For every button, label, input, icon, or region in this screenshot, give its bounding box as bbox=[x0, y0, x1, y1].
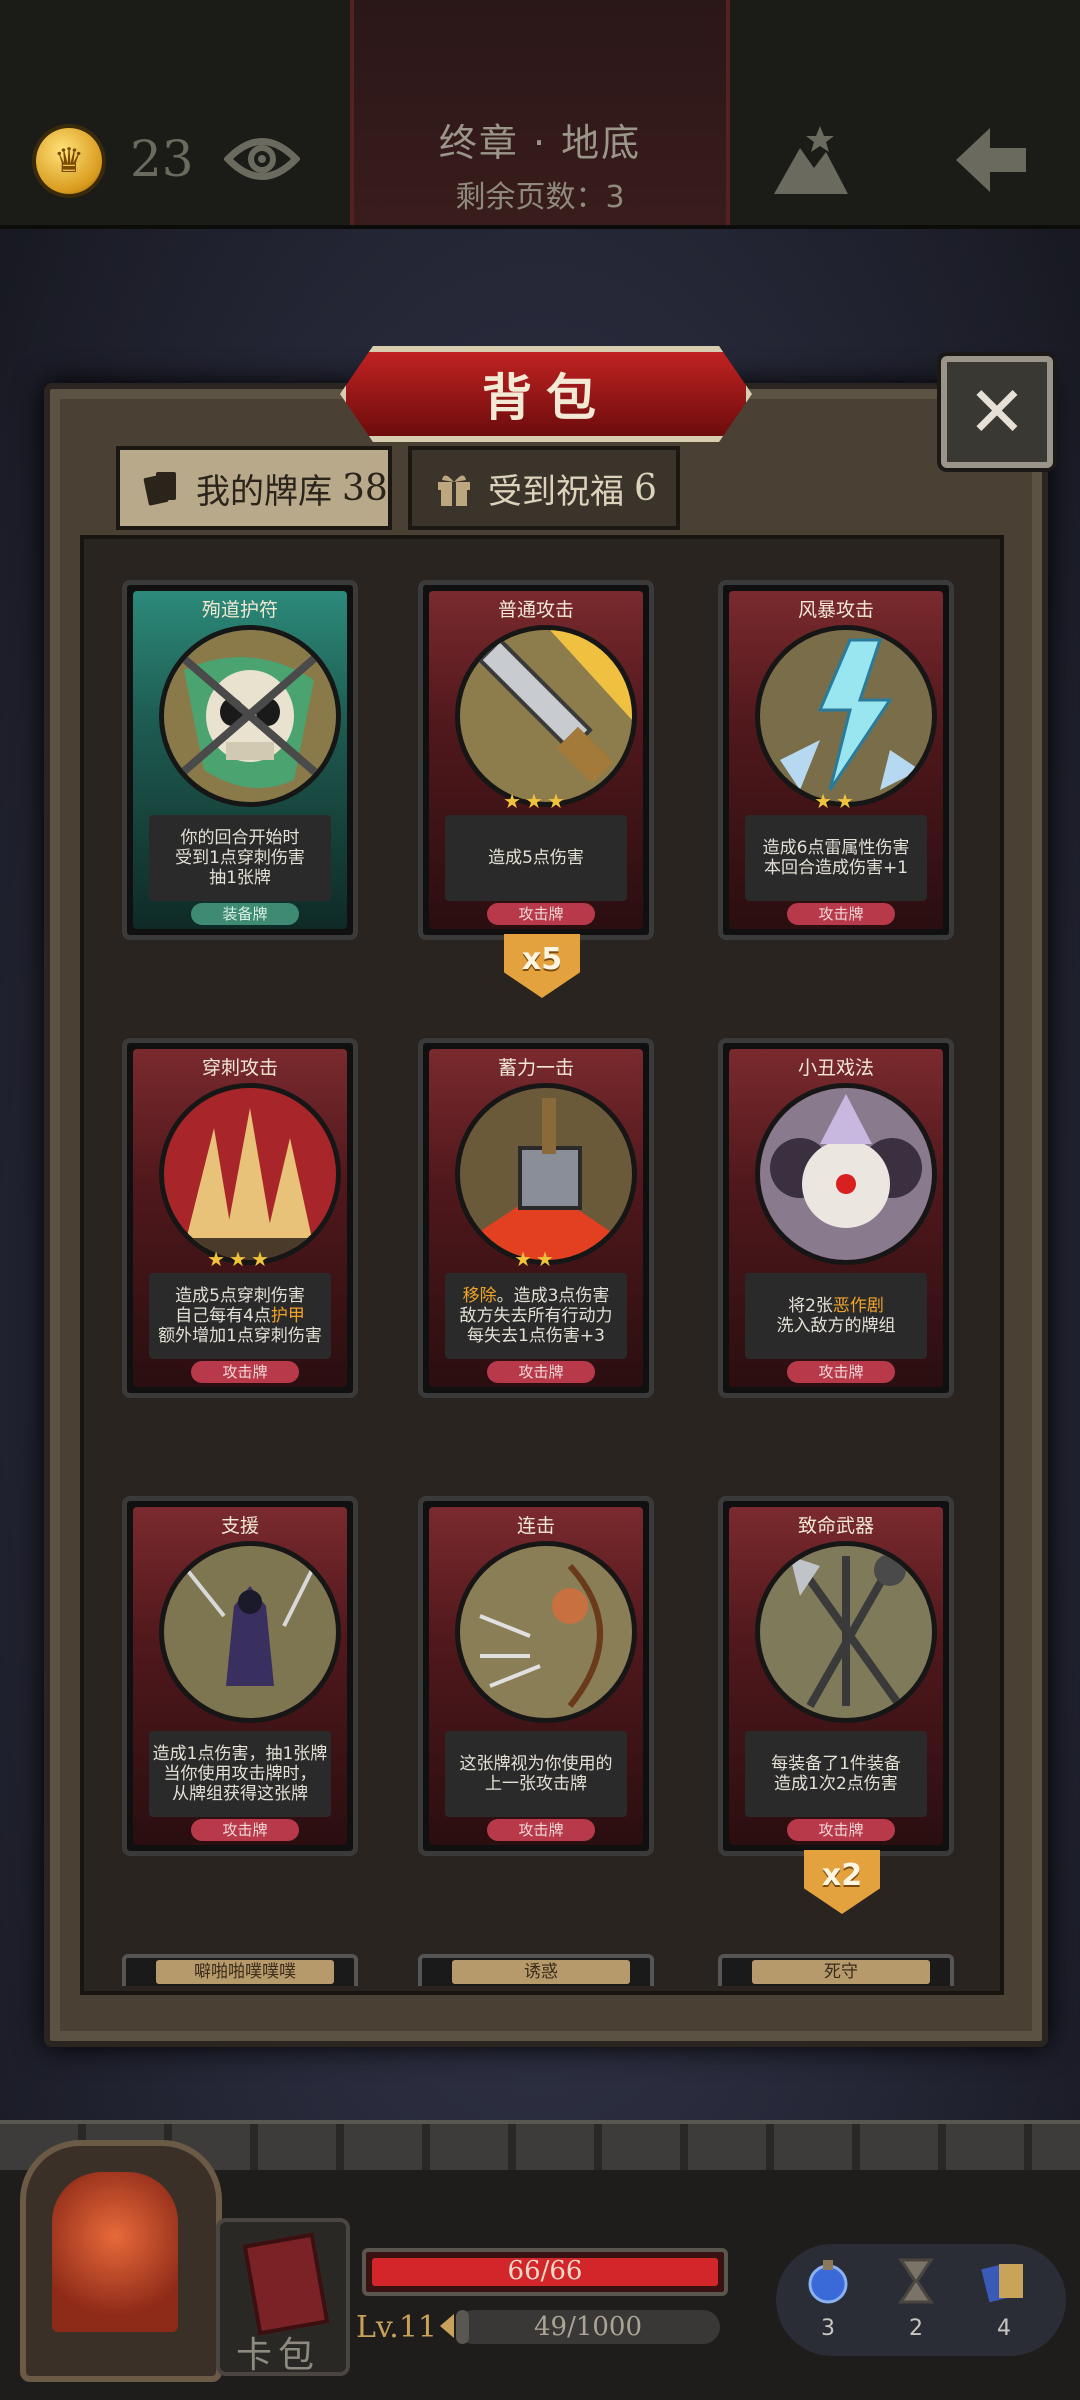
card-stars: ★★ bbox=[514, 1247, 558, 1271]
cards-icon bbox=[981, 2263, 1023, 2303]
clown-art-icon bbox=[755, 1083, 937, 1265]
chapter-title-box: 终章 · 地底 剩余页数：3 bbox=[350, 0, 730, 225]
resource-count: 2 bbox=[909, 2316, 923, 2341]
coin-count: 23 bbox=[130, 130, 194, 188]
card-name: 死守 bbox=[752, 1960, 930, 1984]
hero-fist-icon bbox=[52, 2172, 178, 2332]
eye-icon[interactable] bbox=[224, 128, 300, 190]
sword-slash-art-icon bbox=[455, 625, 637, 807]
gold-coin-icon: ♛ bbox=[36, 128, 102, 194]
card-charged-strike[interactable]: 蓄力一击 ★★ 移除。造成3点伤害 敌方失去所有行动力 每失去1点伤害+3 攻击牌 bbox=[418, 1038, 654, 1398]
resource-count: 4 bbox=[997, 2316, 1011, 2341]
archer-support-art-icon bbox=[159, 1541, 341, 1723]
resource-cards[interactable]: 4 bbox=[974, 2256, 1034, 2341]
card-stars: ★★★ bbox=[207, 1247, 273, 1271]
card-name: 支援 bbox=[220, 1515, 259, 1537]
gift-icon bbox=[438, 475, 470, 506]
card-type-badge: 攻击牌 bbox=[487, 903, 595, 925]
card-description: 这张牌视为你使用的 上一张攻击牌 bbox=[445, 1731, 627, 1817]
xp-bar: 49/1000 bbox=[456, 2310, 720, 2344]
weapons-art-icon bbox=[755, 1541, 937, 1723]
card-type-badge: 攻击牌 bbox=[787, 1361, 895, 1383]
card-name: 蓄力一击 bbox=[497, 1057, 574, 1079]
card-peek[interactable]: 死守 bbox=[718, 1954, 954, 1986]
card-description: 将2张恶作剧 洗入敌方的牌组 bbox=[745, 1273, 927, 1359]
close-button[interactable]: ✕ bbox=[941, 356, 1053, 468]
hammer-art-icon bbox=[455, 1083, 637, 1265]
hourglass-icon bbox=[898, 2258, 934, 2304]
backpack-title: 背包 bbox=[482, 369, 610, 427]
card-name: 殉道护符 bbox=[201, 599, 278, 621]
card-type-badge: 攻击牌 bbox=[487, 1819, 595, 1841]
chapter-title: 终章 · 地底 bbox=[438, 121, 642, 165]
card-type-badge: 攻击牌 bbox=[191, 1819, 299, 1841]
tab-count: 38 bbox=[342, 467, 388, 509]
hp-bar: 66/66 bbox=[362, 2248, 728, 2296]
card-martyr-amulet[interactable]: 殉道护符 你的回合开始时 受到1点穿刺伤害 抽1张牌 装备牌 bbox=[122, 580, 358, 940]
card-name: 连击 bbox=[516, 1515, 555, 1537]
card-name: 噼啪啪噗噗噗 bbox=[156, 1960, 334, 1984]
card-support[interactable]: 支援 造成1点伤害，抽1张牌 当你使用攻击牌时， 从牌组获得这张牌 攻击牌 bbox=[122, 1496, 358, 1856]
card-name: 普通攻击 bbox=[497, 599, 574, 621]
card-description: 造成6点雷属性伤害 本回合造成伤害+1 bbox=[745, 815, 927, 901]
skull-chains-art-icon bbox=[159, 625, 341, 807]
xp-arrow-icon bbox=[440, 2314, 454, 2338]
card-deadly-weapon[interactable]: 致命武器 每装备了1件装备 造成1次2点伤害 攻击牌 bbox=[718, 1496, 954, 1856]
card-combo[interactable]: 连击 这张牌视为你使用的 上一张攻击牌 攻击牌 bbox=[418, 1496, 654, 1856]
hero-portrait[interactable] bbox=[20, 2140, 222, 2382]
tab-count: 6 bbox=[634, 467, 657, 509]
card-type-badge: 攻击牌 bbox=[787, 1819, 895, 1841]
map-icon[interactable] bbox=[770, 122, 852, 198]
card-type-badge: 攻击牌 bbox=[787, 903, 895, 925]
hp-text: 66/66 bbox=[507, 2256, 583, 2286]
card-name: 致命武器 bbox=[797, 1515, 874, 1537]
potion-icon bbox=[808, 2260, 848, 2304]
card-name: 诱惑 bbox=[452, 1960, 630, 1984]
bow-archer-art-icon bbox=[455, 1541, 637, 1723]
card-normal-attack[interactable]: 普通攻击 ★★★ 造成5点伤害 攻击牌 bbox=[418, 580, 654, 940]
card-name: 小丑戏法 bbox=[797, 1057, 874, 1079]
card-description: 造成1点伤害，抽1张牌 当你使用攻击牌时， 从牌组获得这张牌 bbox=[149, 1731, 331, 1817]
card-type-badge: 装备牌 bbox=[191, 903, 299, 925]
card-clown-trick[interactable]: 小丑戏法 将2张恶作剧 洗入敌方的牌组 攻击牌 bbox=[718, 1038, 954, 1398]
resource-potion[interactable]: 3 bbox=[798, 2256, 858, 2341]
card-storm-attack[interactable]: 风暴攻击 ★★ 造成6点雷属性伤害 本回合造成伤害+1 攻击牌 bbox=[718, 580, 954, 940]
card-type-badge: 攻击牌 bbox=[191, 1361, 299, 1383]
card-pierce-attack[interactable]: 穿刺攻击 ★★★ 造成5点穿刺伤害 自己每有4点护甲 额外增加1点穿刺伤害 攻击牌 bbox=[122, 1038, 358, 1398]
card-pack-label: 卡包 bbox=[236, 2335, 321, 2376]
pages-remaining: 剩余页数：3 bbox=[455, 180, 625, 215]
card-peek[interactable]: 诱惑 bbox=[418, 1954, 654, 1986]
tab-blessings[interactable]: 受到祝福 6 bbox=[408, 446, 680, 530]
xp-text: 49/1000 bbox=[533, 2312, 642, 2342]
top-bar: ♛ 23 终章 · 地底 剩余页数：3 bbox=[0, 0, 1080, 229]
card-description: 造成5点伤害 bbox=[445, 815, 627, 901]
card-stars: ★★ bbox=[814, 789, 858, 813]
level-label: Lv.11 bbox=[356, 2310, 438, 2345]
card-name: 穿刺攻击 bbox=[201, 1057, 278, 1079]
card-peek[interactable]: 噼啪啪噗噗噗 bbox=[122, 1954, 358, 1986]
spikes-art-icon bbox=[159, 1083, 341, 1265]
card-name: 风暴攻击 bbox=[797, 599, 874, 621]
backpack-title-banner: 背包 bbox=[340, 346, 752, 442]
deck-icon bbox=[143, 472, 176, 506]
card-description: 你的回合开始时 受到1点穿刺伤害 抽1张牌 bbox=[149, 815, 331, 901]
card-pack-icon bbox=[242, 2232, 330, 2336]
card-stars: ★★★ bbox=[503, 789, 569, 813]
tab-label: 受到祝福 bbox=[488, 471, 624, 512]
lightning-art-icon bbox=[755, 625, 937, 807]
resource-count: 3 bbox=[821, 2316, 835, 2341]
resource-hourglass[interactable]: 2 bbox=[886, 2256, 946, 2341]
card-description: 每装备了1件装备 造成1次2点伤害 bbox=[745, 1731, 927, 1817]
card-description: 移除。造成3点伤害 敌方失去所有行动力 每失去1点伤害+3 bbox=[445, 1273, 627, 1359]
card-description: 造成5点穿刺伤害 自己每有4点护甲 额外增加1点穿刺伤害 bbox=[149, 1273, 331, 1359]
card-pack-button[interactable]: 卡包 bbox=[216, 2218, 350, 2376]
back-arrow-icon[interactable] bbox=[950, 122, 1030, 198]
tab-label: 我的牌库 bbox=[196, 471, 332, 512]
card-type-badge: 攻击牌 bbox=[487, 1361, 595, 1383]
tab-my-deck[interactable]: 我的牌库 38 bbox=[116, 446, 392, 530]
